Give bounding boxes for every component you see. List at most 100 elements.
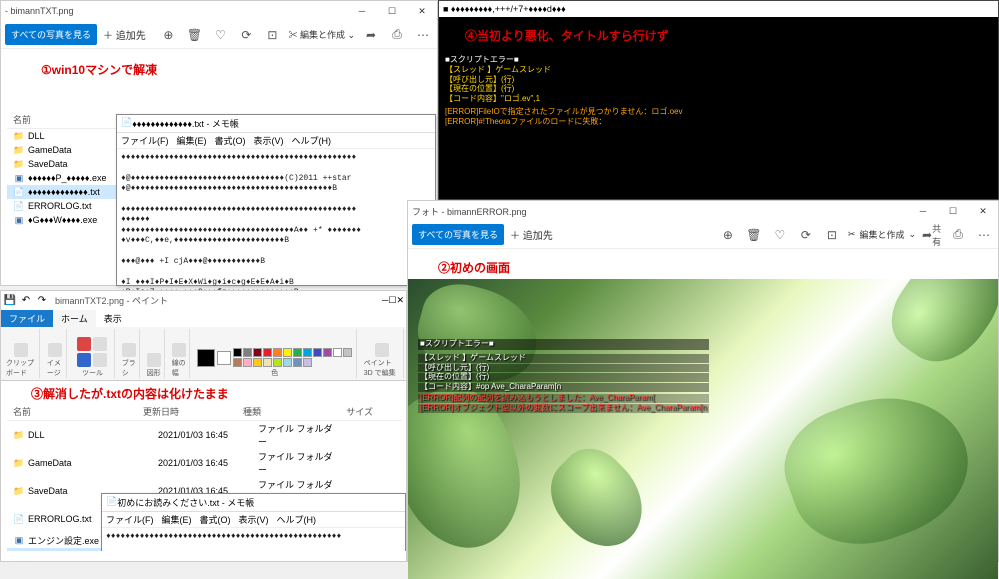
color-swatch[interactable] (243, 348, 252, 357)
game-window-black: ■ ♦♦♦♦♦♦♦♦♦,+++/+7+♦♦♦♦d♦♦♦ ④当初より悪化、タイトル… (438, 0, 999, 200)
shapes-icon[interactable] (147, 353, 161, 367)
maximize-button[interactable]: ☐ (938, 201, 968, 221)
file-tab[interactable]: ファイル (1, 310, 53, 327)
color-swatch[interactable] (253, 348, 262, 357)
menu-item[interactable]: 書式(O) (200, 513, 231, 526)
color-swatch[interactable] (293, 358, 302, 367)
color-swatch[interactable] (263, 358, 272, 367)
rotate-icon[interactable]: ⟳ (796, 225, 816, 245)
menu-item[interactable]: 表示(V) (254, 134, 284, 147)
minimize-button[interactable]: ─ (347, 1, 377, 21)
print-icon[interactable]: ⎙ (948, 225, 968, 245)
notepad-body[interactable]: ♦♦♦♦♦♦♦♦♦♦♦♦♦♦♦♦♦♦♦♦♦♦♦♦♦♦♦♦♦♦♦♦♦♦♦♦♦♦♦♦… (102, 528, 405, 551)
close-button[interactable]: ✕ (968, 201, 998, 221)
eraser-icon[interactable] (93, 353, 107, 367)
col-type[interactable]: 種類 (243, 405, 323, 418)
paste-icon[interactable] (14, 343, 28, 357)
redo-icon[interactable]: ↷ (35, 293, 49, 307)
home-tab[interactable]: ホーム (53, 310, 96, 327)
menu-item[interactable]: 表示(V) (239, 513, 269, 526)
color-swatch[interactable] (303, 348, 312, 357)
save-icon[interactable]: 💾 (3, 293, 17, 307)
col-name[interactable]: 名前 (13, 113, 121, 126)
color1[interactable] (197, 349, 215, 367)
zoom-icon[interactable]: ⊕ (158, 25, 178, 45)
pencil-icon[interactable] (77, 337, 91, 351)
file-row[interactable]: 📄ERRORLOG.txt (7, 199, 127, 213)
color-swatch[interactable] (293, 348, 302, 357)
col-size[interactable]: サイズ (323, 405, 373, 418)
menu-item[interactable]: ヘルプ(H) (277, 513, 317, 526)
file-row[interactable]: 📁SaveData (7, 157, 127, 171)
script-error-header: ■スクリプトエラー■ (418, 339, 709, 350)
maximize-button[interactable]: ☐ (377, 1, 407, 21)
menu-item[interactable]: ヘルプ(H) (292, 134, 332, 147)
minimize-button[interactable]: ─ (908, 201, 938, 221)
color-swatch[interactable] (283, 348, 292, 357)
favorite-icon[interactable]: ♡ (210, 25, 230, 45)
color-swatch[interactable] (333, 348, 342, 357)
notepad-1: 📄♦♦♦♦♦♦♦♦♦♦♦♦♦.txt - メモ帳 ファイル(F)編集(E)書式(… (116, 114, 436, 286)
menu-item[interactable]: 編集(E) (162, 513, 192, 526)
all-photos-button[interactable]: すべての写真を見る (5, 24, 97, 45)
color-swatch[interactable] (343, 348, 352, 357)
add-to-button[interactable]: ＋ 追加先 (103, 27, 146, 42)
crop-icon[interactable]: ⊡ (262, 25, 282, 45)
color-swatch[interactable] (313, 348, 322, 357)
color-swatch[interactable] (233, 348, 242, 357)
delete-icon[interactable]: 🗑 (744, 225, 764, 245)
select-icon[interactable] (48, 343, 62, 357)
zoom-icon[interactable]: ⊕ (718, 225, 738, 245)
all-photos-button[interactable]: すべての写真を見る (412, 224, 504, 245)
crop-icon[interactable]: ⊡ (822, 225, 842, 245)
maximize-button[interactable]: ☐ (388, 295, 396, 306)
share-icon[interactable]: ➦ (361, 25, 381, 45)
text-icon[interactable] (77, 353, 91, 367)
file-row[interactable]: 📁GameData (7, 143, 127, 157)
close-button[interactable]: ✕ (407, 1, 437, 21)
file-row[interactable]: 📄♦♦♦♦♦♦♦♦♦♦♦♦♦.txt (7, 185, 127, 199)
menu-item[interactable]: 書式(O) (215, 134, 246, 147)
menu-item[interactable]: ファイル(F) (121, 134, 169, 147)
rotate-icon[interactable]: ⟳ (236, 25, 256, 45)
color-swatch[interactable] (303, 358, 312, 367)
menu-item[interactable]: ファイル(F) (106, 513, 154, 526)
script-error-header: ■スクリプトエラー■ (445, 55, 992, 65)
close-button[interactable]: ✕ (396, 295, 404, 306)
undo-icon[interactable]: ↶ (19, 293, 33, 307)
error-lines: 【スレッド 】ゲームスレッド【呼び出し元】(行)【現在の位置】(行)【コード内容… (445, 65, 992, 103)
more-icon[interactable]: ⋯ (413, 25, 433, 45)
edit-create-button[interactable]: ✂ 編集と作成 ⌄ (848, 228, 916, 241)
color-swatch[interactable] (273, 358, 282, 367)
color-swatch[interactable] (233, 358, 242, 367)
file-row[interactable]: 📁DLL (7, 129, 127, 143)
ribbon: クリップ ボード イメージ ツール ブラシ 図形 線の幅 色 ペイント 3D で… (1, 327, 406, 381)
line-width-icon[interactable] (172, 343, 186, 357)
print-icon[interactable]: ⎙ (387, 25, 407, 45)
col-name[interactable]: 名前 (13, 405, 143, 418)
col-date[interactable]: 更新日時 (143, 405, 243, 418)
color-swatch[interactable] (283, 358, 292, 367)
color-swatch[interactable] (243, 358, 252, 367)
color-swatch[interactable] (253, 358, 262, 367)
color-swatch[interactable] (323, 348, 332, 357)
paint3d-icon[interactable] (375, 343, 389, 357)
favorite-icon[interactable]: ♡ (770, 225, 790, 245)
edit-create-button[interactable]: ✂ 編集と作成 ⌄ (288, 28, 355, 41)
view-tab[interactable]: 表示 (96, 310, 130, 327)
color-swatch[interactable] (263, 348, 272, 357)
fill-icon[interactable] (93, 337, 107, 351)
delete-icon[interactable]: 🗑 (184, 25, 204, 45)
file-row[interactable]: 📁GameData2021/01/03 16:45ファイル フォルダー (7, 449, 402, 477)
file-row[interactable]: ▣♦G♦♦♦W♦♦♦♦.exe (7, 213, 127, 227)
menu-item[interactable]: 編集(E) (177, 134, 207, 147)
file-row[interactable]: 📁DLL2021/01/03 16:45ファイル フォルダー (7, 421, 402, 449)
more-icon[interactable]: ⋯ (974, 225, 994, 245)
file-row[interactable]: ▣♦♦♦♦♦♦P_♦♦♦♦♦.exe (7, 171, 127, 185)
add-to-button[interactable]: ＋ 追加先 (510, 227, 553, 242)
color2[interactable] (217, 351, 231, 365)
share-icon[interactable]: ➦ 共有 (922, 225, 942, 245)
brush-icon[interactable] (122, 343, 136, 357)
paint-canvas[interactable]: ③解消したが.txtの内容は化けたまま 名前 更新日時 種類 サイズ 📁DLL2… (1, 381, 406, 551)
color-swatch[interactable] (273, 348, 282, 357)
